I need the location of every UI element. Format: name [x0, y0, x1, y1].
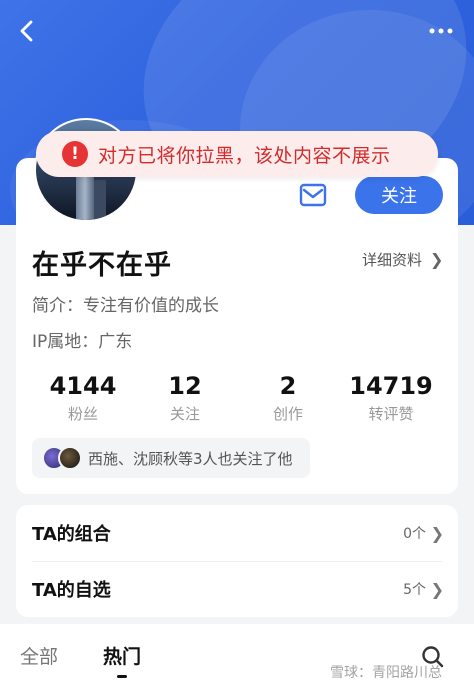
list-item-count: 0个	[403, 526, 426, 542]
list-item-count: 5个	[403, 582, 426, 598]
detail-info-label: 详细资料	[362, 251, 423, 269]
chevron-left-icon	[20, 20, 33, 42]
active-tab-indicator	[117, 675, 127, 678]
avatar	[58, 446, 82, 470]
profile-name: 在乎不在乎	[32, 250, 172, 281]
list-item-portfolio[interactable]: TA的组合 0个 ❯	[16, 505, 458, 561]
detail-info-link[interactable]: 详细资料 ❯	[362, 249, 443, 270]
stat-label: 转评赞	[368, 405, 414, 423]
tab-hot[interactable]: 热门	[103, 642, 141, 669]
stat-value: 4144	[49, 372, 117, 400]
stat-label: 关注	[169, 405, 200, 423]
message-button[interactable]	[297, 181, 329, 209]
stat-creations[interactable]: 2 创作	[233, 371, 343, 424]
tab-all[interactable]: 全部	[20, 642, 58, 669]
stat-value: 12	[168, 372, 202, 400]
stat-following[interactable]: 12 关注	[130, 371, 240, 424]
alert-circle-icon: !	[62, 141, 88, 167]
chevron-right-icon: ❯	[430, 250, 444, 269]
chevron-right-icon: ❯	[430, 579, 444, 599]
list-item-title: TA的自选	[32, 580, 111, 601]
stat-label: 粉丝	[67, 405, 98, 423]
chevron-right-icon: ❯	[430, 523, 444, 543]
portfolio-list-card: TA的组合 0个 ❯ TA的自选 5个 ❯	[16, 505, 458, 617]
stat-interactions[interactable]: 14719 转评赞	[336, 371, 446, 424]
profile-ip-location: IP属地：广东	[32, 332, 133, 352]
stat-label: 创作	[272, 405, 303, 423]
more-dots-icon	[429, 28, 453, 34]
watermark: 雪球：青阳路川总	[330, 665, 442, 681]
mutual-followers[interactable]: 西施、沈顾秋等3人也关注了他	[32, 438, 310, 478]
stat-value: 14719	[349, 372, 433, 400]
avatar-image-detail	[94, 180, 106, 220]
stat-value: 2	[279, 372, 297, 400]
stat-followers[interactable]: 4144 粉丝	[28, 371, 138, 424]
follow-button[interactable]: 关注	[355, 176, 443, 214]
back-button[interactable]	[12, 16, 42, 46]
list-item-title: TA的组合	[32, 524, 111, 545]
more-button[interactable]	[426, 16, 456, 46]
toast-message: 对方已将你拉黑，该处内容不展示	[98, 144, 391, 167]
list-item-watchlist[interactable]: TA的自选 5个 ❯	[16, 561, 458, 617]
mail-icon	[299, 183, 327, 207]
mutual-followers-text: 西施、沈顾秋等3人也关注了他	[88, 449, 293, 468]
profile-bio: 简介：专注有价值的成长	[32, 296, 219, 316]
blocked-toast: ! 对方已将你拉黑，该处内容不展示	[36, 131, 438, 177]
